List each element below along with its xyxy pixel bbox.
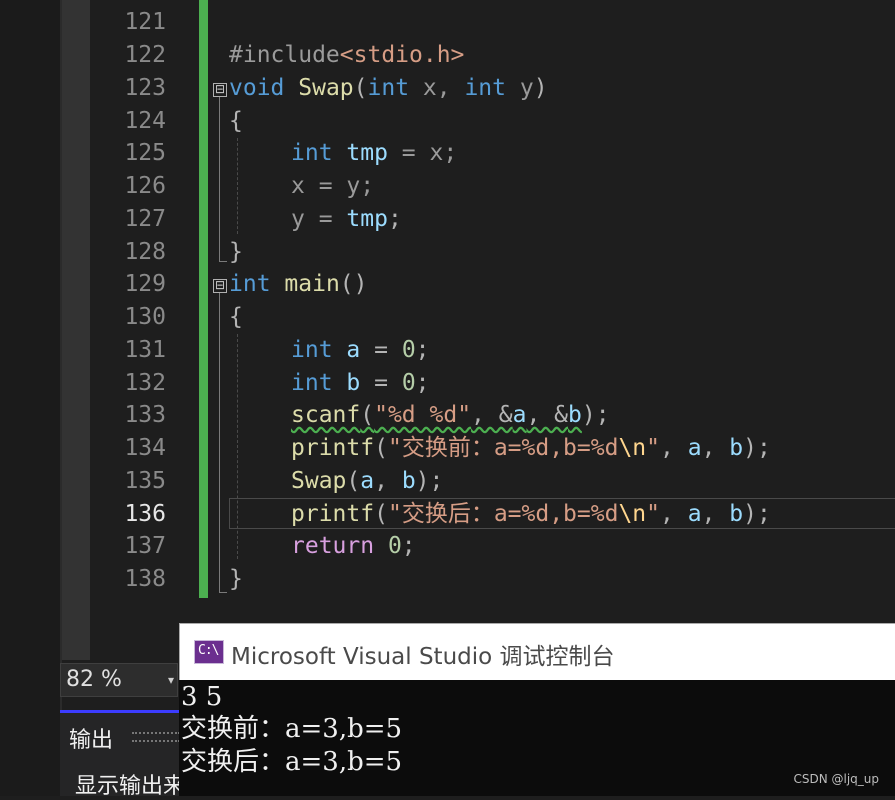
line-number: 121 (124, 9, 166, 35)
zoom-level: 82 % (66, 667, 122, 692)
code-line-133: scanf("%d %d", &a, &b); (291, 402, 610, 428)
line-number: 134 (124, 435, 166, 461)
editor-margin (62, 0, 90, 660)
code-editor[interactable]: #include<stdio.h> void Swap(int x, int y… (229, 0, 895, 600)
watermark: CSDN @ljq_up (793, 772, 879, 786)
panel-grip[interactable] (132, 732, 180, 742)
line-number: 124 (124, 108, 166, 134)
line-number: 135 (124, 468, 166, 494)
line-number: 129 (124, 271, 166, 297)
outline-bracket-end (219, 592, 227, 593)
code-line-123: void Swap(int x, int y) (229, 75, 548, 101)
code-line-134: printf("交换前：a=%d,b=%d\n", a, b); (291, 435, 771, 461)
line-number: 130 (124, 304, 166, 330)
outline-bracket-end (219, 261, 227, 262)
code-line-125: int tmp = x; (291, 140, 458, 166)
line-number: 126 (124, 173, 166, 199)
console-app-icon: C:\ (194, 640, 224, 664)
code-line-128: } (229, 239, 243, 265)
line-number-current: 136 (124, 501, 166, 527)
line-number: 132 (124, 370, 166, 396)
line-number: 138 (124, 566, 166, 592)
collapse-swap-icon[interactable]: ⊟ (213, 83, 227, 97)
debug-console-window[interactable]: C:\ Microsoft Visual Studio 调试控制台 3 5 交换… (179, 623, 895, 796)
code-line-135: Swap(a, b); (291, 468, 444, 494)
code-line-129: int main() (229, 271, 368, 297)
line-number: 127 (124, 206, 166, 232)
console-title-bar[interactable]: C:\ Microsoft Visual Studio 调试控制台 (179, 623, 895, 680)
outline-bracket (219, 293, 220, 592)
code-line-126: x = y; (291, 173, 375, 199)
code-line-122: #include<stdio.h> (229, 42, 465, 68)
code-line-132: int b = 0; (291, 370, 430, 396)
code-line-131: int a = 0; (291, 337, 430, 363)
line-number: 133 (124, 402, 166, 428)
line-number: 123 (124, 75, 166, 101)
chevron-down-icon: ▾ (167, 673, 174, 687)
output-tab[interactable]: 输出 (69, 722, 113, 754)
zoom-dropdown[interactable]: 82 % ▾ (60, 663, 178, 697)
console-output-line: 交换前：a=3,b=5 (181, 714, 403, 744)
outline-bracket (219, 97, 220, 261)
console-output-line: 3 5 (181, 682, 223, 712)
show-output-label: 显示输出来 (75, 774, 180, 799)
line-number: 122 (124, 42, 166, 68)
left-panel-strip (0, 0, 60, 796)
line-number: 125 (124, 140, 166, 166)
line-number: 128 (124, 239, 166, 265)
code-line-127: y = tmp; (291, 206, 402, 232)
code-line-137: return 0; (291, 533, 416, 559)
code-line-138: } (229, 566, 243, 592)
console-title: Microsoft Visual Studio 调试控制台 (231, 644, 615, 670)
output-tab-indicator (60, 710, 190, 713)
change-tracking-bar (199, 0, 208, 598)
line-number: 131 (124, 337, 166, 363)
line-number-column: 121 122 123 124 125 126 127 128 129 130 … (90, 0, 198, 600)
code-line-124: { (229, 108, 243, 134)
collapse-main-icon[interactable]: ⊟ (213, 279, 227, 293)
line-number: 137 (124, 533, 166, 559)
code-line-136: printf("交换后：a=%d,b=%d\n", a, b); (291, 501, 771, 527)
console-icon-glyph: C:\ (198, 643, 220, 658)
code-line-130: { (229, 304, 243, 330)
console-output-line: 交换后：a=3,b=5 (181, 747, 403, 777)
